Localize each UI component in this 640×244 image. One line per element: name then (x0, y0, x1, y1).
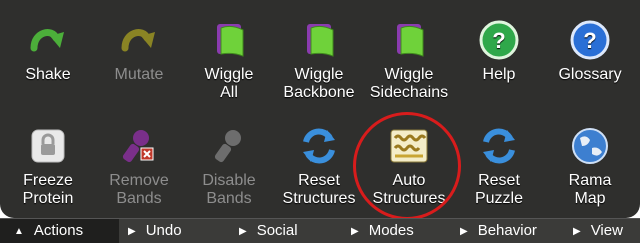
rama-map-button[interactable]: Rama Map (550, 124, 630, 208)
reset-icon (483, 128, 515, 164)
freeze-protein-label: Freeze Protein (22, 172, 74, 207)
green-flag-icon (397, 24, 424, 57)
tab-modes-label: Modes (368, 222, 414, 239)
svg-text:?: ? (583, 28, 596, 53)
shake-button[interactable]: Shake (8, 18, 88, 84)
reset-puzzle-label: Reset Puzzle (474, 172, 524, 207)
tab-view-label: View (590, 222, 623, 239)
chevron-right-icon: ▶ (128, 226, 136, 237)
tab-bar: ▲ Actions ▶ Undo ▶ Social ▶ Modes ▶ Behavior … (0, 218, 640, 243)
wiggle-all-button[interactable]: Wiggle All (189, 18, 269, 102)
tab-social[interactable]: ▶ Social (239, 219, 298, 243)
help-label: Help (482, 66, 516, 83)
tab-behavior-label: Behavior (477, 222, 537, 239)
tab-view[interactable]: ▶ View (573, 219, 623, 243)
chevron-right-icon: ▶ (573, 226, 581, 237)
disable-bands-label: Disable Bands (202, 172, 256, 207)
tab-behavior[interactable]: ▶ Behavior (460, 219, 537, 243)
remove-band-icon (122, 130, 154, 163)
glossary-button[interactable]: ? Glossary (550, 18, 630, 84)
chevron-right-icon: ▶ (351, 226, 359, 237)
tab-undo[interactable]: ▶ Undo (128, 219, 182, 243)
lock-icon (31, 129, 65, 163)
wiggle-sidechains-button[interactable]: Wiggle Sidechains (369, 18, 449, 102)
shake-label: Shake (25, 66, 71, 83)
wiggle-backbone-button[interactable]: Wiggle Backbone (279, 18, 359, 102)
rama-map-label: Rama Map (568, 172, 612, 207)
tab-social-label: Social (256, 222, 298, 239)
mutate-label: Mutate (114, 66, 164, 83)
chevron-right-icon: ▶ (239, 226, 247, 237)
svg-text:?: ? (492, 28, 505, 53)
reset-icon (303, 128, 335, 164)
green-question-icon: ? (479, 20, 519, 60)
wiggle-sidechains-label: Wiggle Sidechains (369, 66, 449, 101)
green-flag-icon (217, 24, 244, 57)
olive-arrow-icon (121, 29, 155, 52)
tab-actions[interactable]: ▲ Actions (0, 219, 119, 243)
reset-structures-button[interactable]: Reset Structures (279, 124, 359, 208)
disable-bands-button[interactable]: Disable Bands (189, 124, 269, 208)
expand-up-icon: ▲ (14, 226, 24, 237)
mutate-button[interactable]: Mutate (99, 18, 179, 84)
freeze-protein-button[interactable]: Freeze Protein (8, 124, 88, 208)
tab-actions-label: Actions (33, 222, 84, 239)
remove-bands-label: Remove Bands (109, 172, 169, 207)
tab-undo-label: Undo (145, 222, 182, 239)
green-flag-icon (307, 24, 334, 57)
highlight-circle (353, 112, 461, 220)
remove-bands-button[interactable]: Remove Bands (99, 124, 179, 208)
chevron-right-icon: ▶ (460, 226, 468, 237)
actions-panel: Shake Mutate Wiggle All Wiggle Backbone … (0, 0, 640, 220)
wiggle-backbone-label: Wiggle Backbone (283, 66, 355, 101)
tab-modes[interactable]: ▶ Modes (351, 219, 414, 243)
reset-structures-label: Reset Structures (282, 172, 356, 207)
green-arrow-icon (30, 29, 64, 52)
wiggle-all-label: Wiggle All (204, 66, 254, 101)
blue-question-icon: ? (570, 20, 610, 60)
glossary-label: Glossary (558, 66, 622, 83)
disable-band-icon (214, 130, 241, 163)
globe-icon (572, 128, 608, 164)
help-button[interactable]: ? Help (459, 18, 539, 84)
reset-puzzle-button[interactable]: Reset Puzzle (459, 124, 539, 208)
